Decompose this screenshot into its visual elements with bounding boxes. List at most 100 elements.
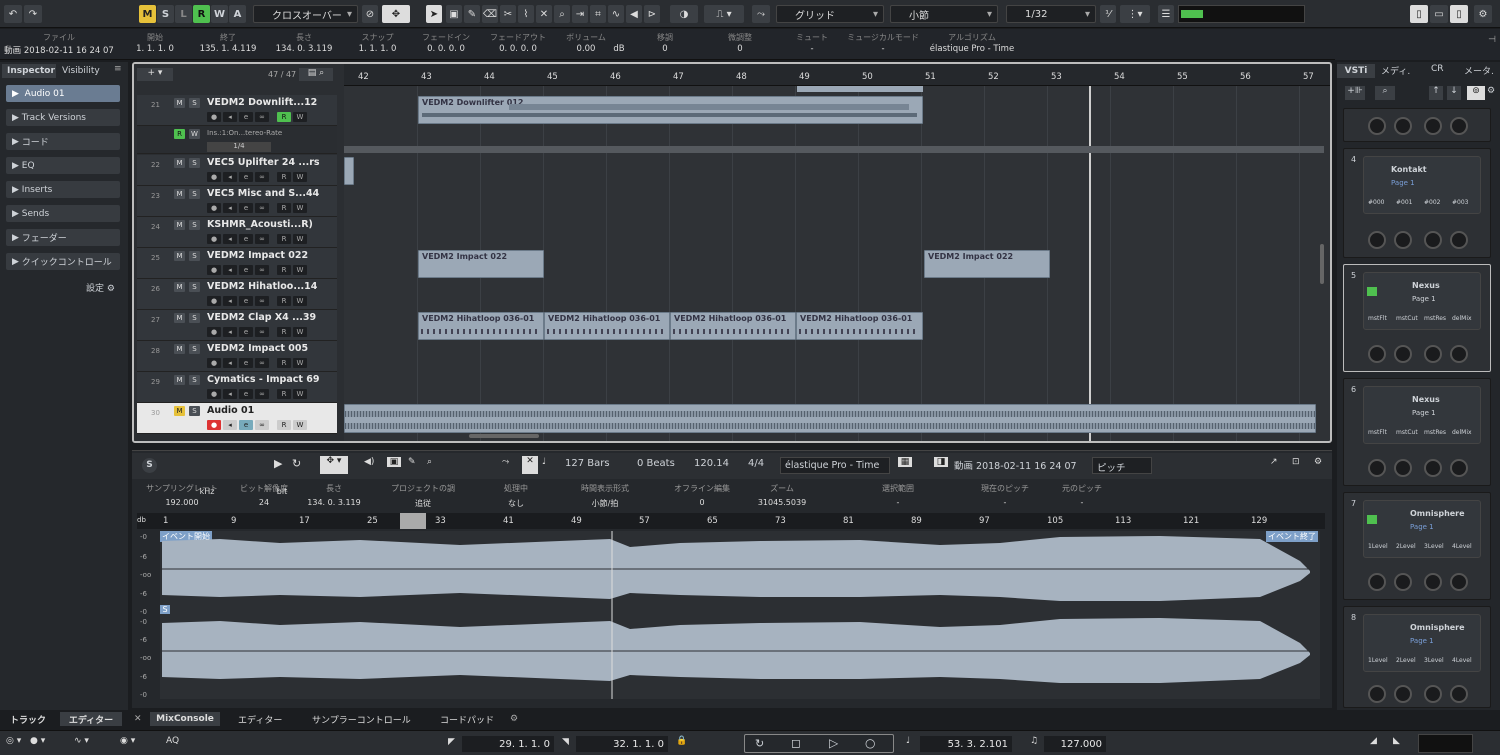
- info-algorithm[interactable]: アルゴリズム élastique Pro - Time: [922, 32, 1022, 54]
- tab-sampler-control[interactable]: サンプラーコントロール: [312, 712, 411, 726]
- record-mode-icon[interactable]: ◎ ▾: [6, 736, 21, 746]
- page-label[interactable]: Page 1: [1410, 637, 1434, 645]
- length-bars[interactable]: 127 Bars: [565, 458, 610, 469]
- tab-visibility[interactable]: Visibility: [62, 64, 112, 78]
- record-button[interactable]: ●: [207, 420, 221, 430]
- mute-button[interactable]: M: [174, 282, 185, 292]
- listen-button[interactable]: L: [175, 5, 192, 23]
- knob[interactable]: [1368, 117, 1386, 135]
- track-row[interactable]: 29 M S Cymatics - Impact 69 ● ◂ e ∞ R W: [137, 372, 337, 403]
- knob[interactable]: [1368, 345, 1386, 363]
- write-button[interactable]: W: [293, 420, 307, 430]
- tempo-display[interactable]: 127.000: [1044, 736, 1106, 752]
- edit-button[interactable]: e: [239, 172, 253, 182]
- link-button[interactable]: ∞: [255, 203, 269, 213]
- quantize-icon[interactable]: ⅟: [1100, 5, 1116, 23]
- solo-button[interactable]: S: [189, 313, 200, 323]
- eraser-tool-icon[interactable]: ⌫: [482, 5, 498, 23]
- stop-icon[interactable]: ◻: [791, 736, 801, 750]
- tab-editor-left[interactable]: エディター: [60, 712, 122, 726]
- split-tool-icon[interactable]: ✂: [500, 5, 516, 23]
- solo-button[interactable]: S: [189, 344, 200, 354]
- solo-button[interactable]: S: [189, 251, 200, 261]
- mute-button[interactable]: M: [174, 406, 185, 416]
- left-locator[interactable]: 29. 1. 1. 0: [462, 736, 554, 752]
- marker-next-icon[interactable]: ◣: [1393, 736, 1400, 746]
- info-musical-mode[interactable]: ミュージカルモード -: [846, 32, 920, 54]
- layout-left-icon[interactable]: ▯: [1410, 5, 1428, 23]
- mute-button[interactable]: M: [174, 220, 185, 230]
- mute-button[interactable]: M: [174, 189, 185, 199]
- link-button[interactable]: ∞: [255, 172, 269, 182]
- audio-clip[interactable]: VEDM2 Hihatloop 036-01: [544, 312, 670, 340]
- record-button[interactable]: ●: [207, 358, 221, 368]
- audio-mode-icon[interactable]: ∿ ▾: [74, 736, 89, 746]
- knob[interactable]: [1424, 459, 1442, 477]
- monitor-button[interactable]: ◂: [223, 358, 237, 368]
- knob[interactable]: [1368, 231, 1386, 249]
- zoom-tool-icon[interactable]: ⌕: [427, 457, 432, 467]
- monitor-button[interactable]: ◂: [223, 420, 237, 430]
- write-button[interactable]: W: [293, 112, 307, 122]
- knob[interactable]: [1394, 345, 1412, 363]
- pencil-tool-icon[interactable]: ✎: [464, 5, 480, 23]
- zoom-tool-icon[interactable]: ⌕: [554, 5, 570, 23]
- edit-button[interactable]: e: [239, 112, 253, 122]
- inspector-track-versions[interactable]: ▶ Track Versions: [6, 109, 120, 126]
- info-mute[interactable]: ミュート -: [780, 32, 844, 54]
- gear-icon[interactable]: ⚙: [510, 712, 518, 726]
- track-row[interactable]: 28 M S VEDM2 Impact 005 ● ◂ e ∞ R W: [137, 341, 337, 372]
- edit-button[interactable]: e: [239, 234, 253, 244]
- drumstick-tool-icon[interactable]: ⊳: [644, 5, 660, 23]
- mute-button[interactable]: M: [174, 251, 185, 261]
- link-button[interactable]: ∞: [255, 112, 269, 122]
- instrument-name[interactable]: Nexus: [1412, 281, 1440, 290]
- editor-signature[interactable]: 4/4: [748, 458, 764, 469]
- inspector-sends[interactable]: ▶ Sends: [6, 205, 120, 222]
- monitor-button[interactable]: ◂: [223, 296, 237, 306]
- instrument-name[interactable]: Omnisphere: [1410, 509, 1465, 518]
- knob[interactable]: [1424, 345, 1442, 363]
- info-finetune[interactable]: 微調整 0: [710, 32, 770, 54]
- audio-clip[interactable]: VEDM2 Downlifter 012: [418, 96, 923, 124]
- expand-icon[interactable]: ⊣: [1488, 35, 1496, 45]
- page-label[interactable]: Page 1: [1391, 179, 1415, 187]
- knob[interactable]: [1424, 685, 1442, 703]
- arrow-up-icon[interactable]: ↑: [1429, 86, 1443, 100]
- loop-icon[interactable]: ↻: [292, 457, 301, 470]
- mute-button[interactable]: M: [174, 98, 185, 108]
- close-icon[interactable]: ✕: [134, 712, 142, 726]
- edit-button[interactable]: e: [239, 327, 253, 337]
- crossover-select[interactable]: クロスオーバー: [253, 5, 358, 23]
- link-button[interactable]: ∞: [255, 358, 269, 368]
- glue-tool-icon[interactable]: ⌇: [518, 5, 534, 23]
- info-time-format[interactable]: 時間表示形式 小節/拍: [562, 483, 648, 509]
- info-file[interactable]: ファイル 動画 2018-02-11 16 24 07: [0, 32, 118, 56]
- knob[interactable]: [1450, 231, 1468, 249]
- settings-icon[interactable]: ⚙: [1314, 457, 1322, 467]
- solo-editor-icon[interactable]: S: [142, 458, 157, 473]
- monitor-button[interactable]: ◂: [223, 265, 237, 275]
- read-button[interactable]: R: [277, 203, 291, 213]
- audio-clip-long[interactable]: [344, 404, 1316, 433]
- page-label[interactable]: Page 1: [1412, 295, 1436, 303]
- tab-vsti[interactable]: VSTi: [1337, 64, 1375, 78]
- tab-editor[interactable]: エディター: [238, 712, 282, 726]
- info-start[interactable]: 開始 1. 1. 1. 0: [125, 32, 185, 54]
- automation-row[interactable]: R W Ins.:1:On...tereo-Rate 1/4: [137, 126, 337, 154]
- knob[interactable]: [1450, 685, 1468, 703]
- iq-icon[interactable]: ⋮▾: [1120, 5, 1150, 23]
- info-project-key[interactable]: プロジェクトの調 追従: [378, 483, 468, 509]
- knob[interactable]: [1450, 345, 1468, 363]
- add-track-button[interactable]: + ▾: [137, 68, 173, 81]
- read-button[interactable]: R: [277, 420, 291, 430]
- record-button[interactable]: ●: [207, 389, 221, 399]
- comp-tool-icon[interactable]: ⇥: [572, 5, 588, 23]
- snap-icon[interactable]: ✥ ▾: [320, 456, 348, 474]
- inspector-eq[interactable]: ▶ EQ: [6, 157, 120, 174]
- record-button[interactable]: ●: [207, 327, 221, 337]
- transient-icon[interactable]: ✕: [522, 456, 538, 474]
- read-button[interactable]: R: [174, 129, 185, 139]
- monitor-button[interactable]: ◂: [223, 389, 237, 399]
- record-button[interactable]: ●: [207, 234, 221, 244]
